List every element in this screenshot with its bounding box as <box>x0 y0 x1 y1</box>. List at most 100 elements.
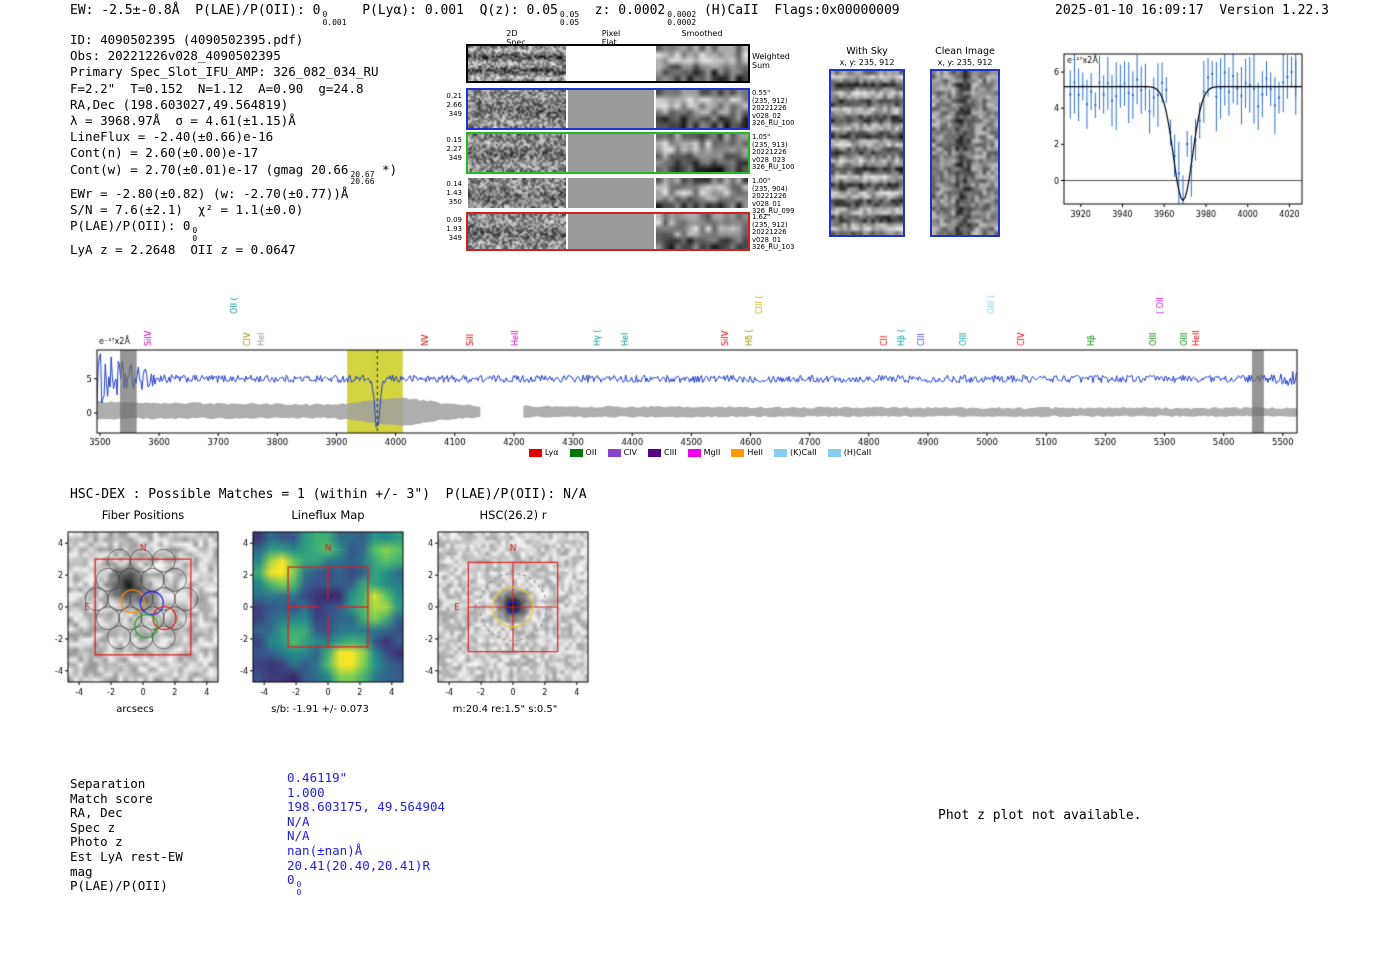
legend-swatch <box>569 448 583 457</box>
text-segment: P(LAE)/P(OII): 0 <box>70 218 191 234</box>
info-text-line: Sum <box>752 61 770 70</box>
text-segment: P(Lyα): 0.001 Q(z): 0.05 <box>346 3 558 18</box>
text-segment: S/N = 7.6(±2.1) χ² = 1.1(±0.0) <box>70 201 304 217</box>
match-field-value: 20.41(20.40,20.41)R <box>287 858 430 873</box>
stack-lo: 0.0002 <box>667 17 697 27</box>
text-segment: λ = 3968.97Å σ = 4.61(±1.15)Å <box>70 113 296 129</box>
legend-item: CIII <box>647 448 677 457</box>
smoothed-strip <box>656 134 748 172</box>
text-segment: Cont(n) = 2.60(±0.00)e-17 <box>70 145 259 161</box>
smoothed-strip <box>656 178 748 208</box>
spec2d-row-weights: 0.14 1.43 350 <box>438 180 462 207</box>
legend-swatch <box>647 448 661 457</box>
weight-value: 349 <box>448 110 462 118</box>
elixer-report-page: EW: -2.5±-0.8Å P(LAE)/P(OII): 0 0 0.001 P(… <box>0 0 1400 953</box>
legend-item: (K)CaII <box>774 448 817 457</box>
fiber-positions-title: Fiber Positions <box>101 508 185 522</box>
spec2d-row-info: 1.00" (235, 904) 20221226 v028_01 326_RU_099 <box>752 177 798 216</box>
spectrum-line-legend: Lyα OII CIV CIII MgII HeII (K)CaII (H)CaII <box>420 448 980 457</box>
emission-line-fit-plot <box>1038 46 1310 238</box>
legend-item: CIV <box>607 448 637 457</box>
legend-label: OII <box>585 448 597 457</box>
spec2d-row-weights: 0.15 2.27 349 <box>438 136 462 163</box>
legend-label: Lyα <box>544 448 559 457</box>
with-sky-panel: With Sky x, y: 235, 912 <box>828 46 906 237</box>
table-row: Separation 0.46119" <box>70 770 550 791</box>
legend-label: (H)CaII <box>843 448 872 457</box>
legend-item: OII <box>569 448 597 457</box>
full-spectrum-plot <box>72 258 1317 458</box>
with-sky-image <box>829 69 905 237</box>
info-line: RA,Dec (198.603027,49.564819) <box>70 97 397 113</box>
spec2d-row-weights: 0.09 1.93 349 <box>438 216 462 243</box>
spec2d-row <box>466 44 750 83</box>
fiber-positions-plot <box>30 526 240 704</box>
spec2d-row <box>466 88 750 130</box>
weight-value: 349 <box>448 154 462 162</box>
weight-value: 0.14 <box>446 180 462 188</box>
text-segment: N/A <box>287 828 310 844</box>
hsc-dex-match-line: HSC-DEX : Possible Matches = 1 (within +… <box>70 487 587 502</box>
legend-label: MgII <box>703 448 721 457</box>
spec2d-row <box>466 132 750 174</box>
match-field-value: N/A <box>287 814 310 829</box>
info-text-line: 326_RU_103 <box>752 243 795 252</box>
text-segment: 0.46119" <box>287 770 348 785</box>
spec2d-strip <box>468 178 566 208</box>
text-segment: EWr = -2.80(±0.82) (w: -2.70(±0.77))Å <box>70 185 349 201</box>
match-field-label: P(LAE)/P(OII) <box>70 878 168 894</box>
table-row: Spec z N/A <box>70 814 550 835</box>
info-line: ID: 4090502395 (4090502395.pdf) <box>70 32 397 48</box>
legend-item: Lyα <box>528 448 559 457</box>
table-row: Photo z N/A <box>70 828 550 849</box>
info-line: F=2.2" T=0.152 N=1.12 A=0.90 g=24.8 <box>70 81 397 97</box>
table-row: Est LyA rest-EW nan(±nan)Å <box>70 843 550 864</box>
stack-lo: 0.001 <box>322 17 347 27</box>
match-field-value: 000 <box>287 872 301 896</box>
legend-swatch <box>607 448 621 457</box>
text-segment: N/A <box>287 813 310 829</box>
stacked-uncertainty: 00 <box>297 881 302 896</box>
stacked-uncertainty: 0.05 0.05 <box>560 11 579 26</box>
text-segment: (H)CaII Flags:0x00000009 <box>696 3 900 18</box>
stacked-uncertainty: 20.67 20.66 <box>350 170 375 187</box>
text-segment: *) <box>374 161 398 177</box>
hsc-cutout-title: HSC(26.2) r <box>479 508 547 522</box>
info-line: LineFlux = -2.40(±0.66)e-16 <box>70 129 397 145</box>
info-line: Cont(n) = 2.60(±0.00)e-17 <box>70 145 397 161</box>
weight-value: 0.21 <box>446 92 462 100</box>
stack-lo: 0 <box>192 233 198 243</box>
text-segment: 1.000 <box>287 784 325 800</box>
pixel-flat-strip <box>568 46 654 81</box>
legend-label: (K)CaII <box>790 448 817 457</box>
text-segment: Obs: 20221226v028_4090502395 <box>70 48 281 64</box>
weight-value: 350 <box>448 198 462 206</box>
stacked-uncertainty: 00 <box>192 227 197 242</box>
header-summary-line: EW: -2.5±-0.8Å P(LAE)/P(OII): 0 0 0.001 P(… <box>70 3 900 26</box>
stack-lo: 20.66 <box>350 177 375 187</box>
spec2d-row-weights: 0.21 2.66 349 <box>438 92 462 119</box>
hsc-cutout-plot <box>400 526 610 704</box>
lineflux-map-title: Lineflux Map <box>291 508 365 522</box>
clean-image-coords: x, y: 235, 912 <box>937 58 993 67</box>
legend-label: CIV <box>623 448 637 457</box>
photz-note: Phot z plot not available. <box>938 808 1142 823</box>
legend-item: (H)CaII <box>827 448 872 457</box>
header-timestamp: 2025-01-10 16:09:17 Version 1.22.3 <box>1055 3 1329 18</box>
weight-value: 349 <box>448 234 462 242</box>
info-line: P(LAE)/P(OII): 000 <box>70 218 397 242</box>
legend-swatch <box>528 448 542 457</box>
spec2d-strip <box>468 214 566 249</box>
legend-label: CIII <box>663 448 677 457</box>
weight-value: 0.09 <box>446 216 462 224</box>
info-line: Cont(w) = 2.70(±0.01)e-17 (gmag 20.66 20.… <box>70 162 397 186</box>
spec2d-row-info: 1.62" (235, 912) 20221226 v028_01 326_RU_103 <box>752 213 798 252</box>
legend-swatch <box>731 448 745 457</box>
pixel-flat-strip <box>568 214 654 249</box>
smoothed-strip <box>656 214 748 249</box>
text-segment: LineFlux = -2.40(±0.66)e-16 <box>70 129 274 145</box>
stacked-uncertainty: 0 0.001 <box>322 11 346 26</box>
weight-value: 0.15 <box>446 136 462 144</box>
stack-lo: 0 <box>296 887 302 897</box>
table-row: RA, Dec 198.603175, 49.564904 <box>70 799 550 820</box>
